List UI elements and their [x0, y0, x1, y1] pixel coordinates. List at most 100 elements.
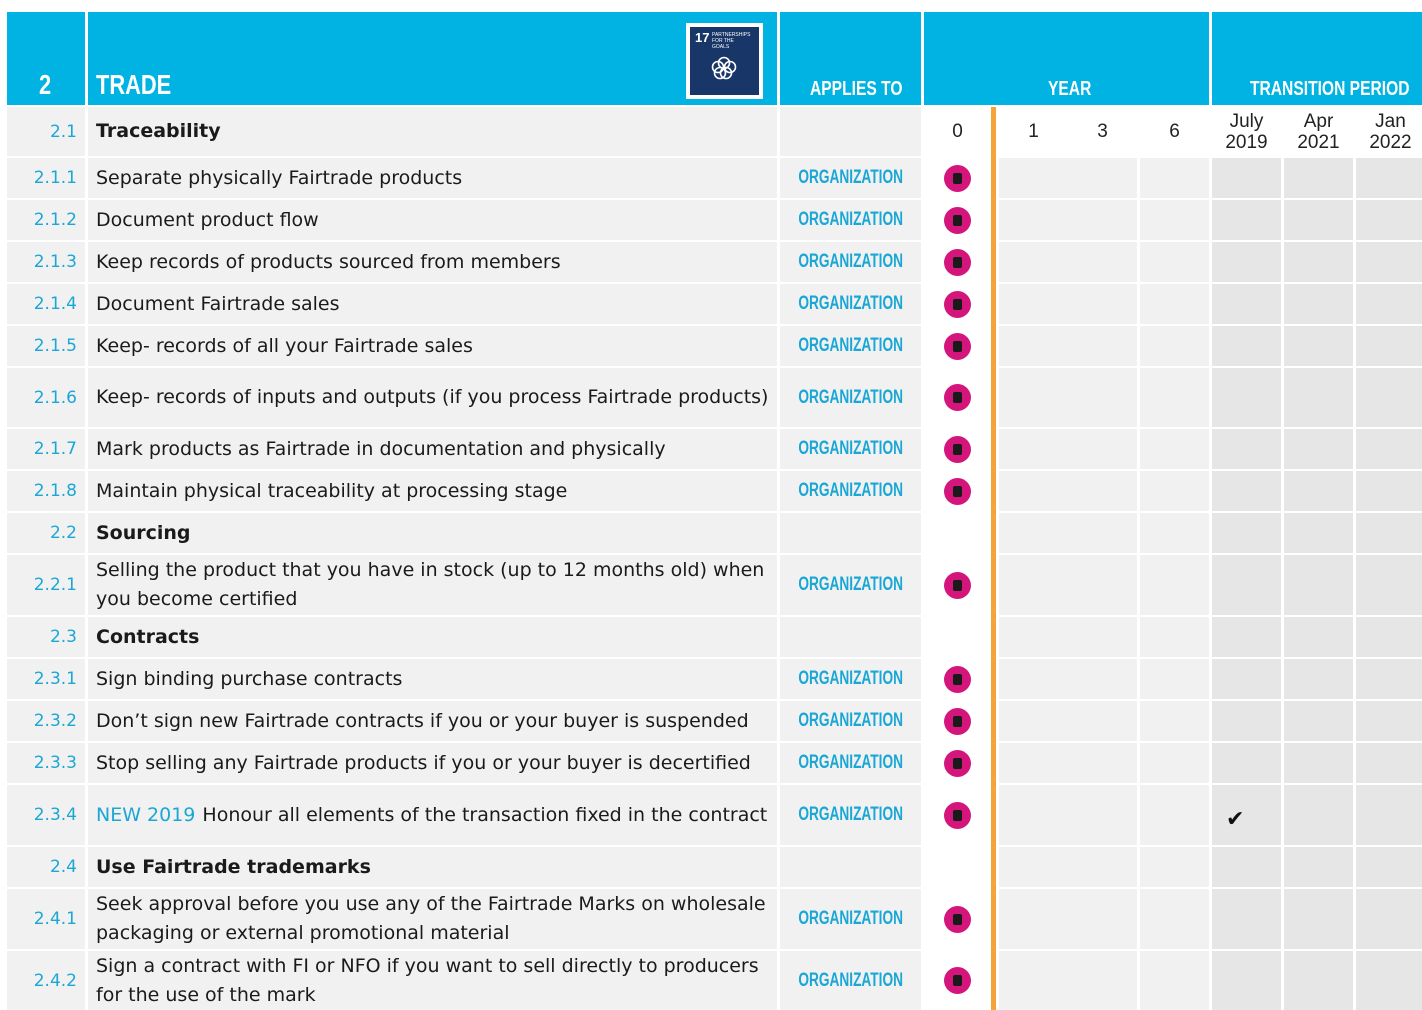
transition-cell — [1212, 368, 1281, 427]
year-cell — [999, 429, 1068, 469]
year-cell — [1068, 368, 1137, 427]
transition-cell — [1284, 471, 1353, 511]
requirement-number: 2.1.6 — [7, 368, 85, 427]
year-cell — [999, 785, 1068, 845]
table-row: 2.3.2 Don’t sign new Fairtrade contracts … — [0, 701, 1422, 741]
applies-to-cell: ORGANIZATION — [780, 200, 921, 240]
transition-cell — [1212, 889, 1281, 949]
transition-cell — [1212, 429, 1281, 469]
applies-to-header: APPLIES TO — [810, 78, 903, 100]
requirement-text: Maintain physical traceability at proces… — [88, 471, 777, 511]
requirement-text-value: Use Fairtrade trademarks — [96, 855, 371, 878]
year-cell — [1068, 200, 1137, 240]
transition-cell — [1356, 785, 1422, 845]
year-cell — [999, 889, 1068, 949]
transition-cell — [1284, 158, 1353, 198]
year-cell — [1068, 555, 1137, 615]
transition-cell — [1284, 743, 1353, 783]
year-cell — [999, 743, 1068, 783]
requirement-text-value: Keep- records of all your Fairtrade sale… — [96, 334, 473, 357]
table-row: 2.3.4 NEW 2019 Honour all elements of the … — [0, 785, 1422, 845]
core-requirement-icon — [944, 801, 971, 829]
year-cell — [1140, 847, 1209, 887]
requirement-text: Keep records of products sourced from me… — [88, 242, 777, 282]
table-row: 2.3.1 Sign binding purchase contracts ORGA… — [0, 659, 1422, 699]
table-row: 2.1.4 Document Fairtrade sales ORGANIZATIO… — [0, 284, 1422, 324]
applies-to-label: ORGANIZATION — [798, 752, 903, 773]
core-requirement-icon — [944, 665, 971, 693]
year-0-cell — [924, 284, 991, 324]
requirement-text-value: Sign binding purchase contracts — [96, 667, 403, 690]
header-transition-cell: TRANSITION PERIOD — [1212, 12, 1422, 105]
year-0-cell — [924, 617, 991, 657]
year-cell — [1140, 513, 1209, 553]
transition-cell — [1356, 743, 1422, 783]
year-cell — [1068, 242, 1137, 282]
applies-to-cell: ORGANIZATION — [780, 158, 921, 198]
transition-cell — [1284, 951, 1353, 1010]
applies-to-label: ORGANIZATION — [798, 668, 903, 689]
requirement-number: 2.1.8 — [7, 471, 85, 511]
year-cell — [999, 368, 1068, 427]
requirement-number: 2.4 — [7, 847, 85, 887]
transition-cell — [1212, 326, 1281, 366]
year-cell — [1140, 242, 1209, 282]
requirement-number: 2.1.4 — [7, 284, 85, 324]
core-requirement-icon — [944, 571, 971, 599]
section-title-text: Traceability — [88, 107, 777, 156]
transition-year: 2019 — [1225, 131, 1268, 153]
table-row: 2.4.1 Seek approval before you use any of… — [0, 889, 1422, 949]
applies-to-cell — [780, 513, 921, 553]
transition-cell — [1212, 242, 1281, 282]
section-title: TRADE — [96, 69, 172, 100]
transition-cell — [1284, 785, 1353, 845]
year-cell — [999, 951, 1068, 1010]
transition-cell — [1284, 847, 1353, 887]
header-section-title-cell: TRADE — [88, 12, 777, 105]
applies-to-cell: ORGANIZATION — [780, 284, 921, 324]
requirement-number: 2.1 — [7, 107, 85, 156]
applies-to-cell: ORGANIZATION — [780, 326, 921, 366]
requirement-text-value: Honour all elements of the transaction f… — [202, 803, 768, 826]
table-row: 2.1.7 Mark products as Fairtrade in docum… — [0, 429, 1422, 469]
section-row: 2.2 Sourcing — [0, 513, 1422, 553]
year-cell — [1068, 326, 1137, 366]
applies-to-label: ORGANIZATION — [798, 251, 903, 272]
year-cell — [1068, 743, 1137, 783]
year-cell — [999, 617, 1068, 657]
transition-cell — [1212, 785, 1281, 845]
transition-cell — [1356, 200, 1422, 240]
year-cell — [1140, 429, 1209, 469]
year-cell — [999, 284, 1068, 324]
transition-month: July — [1229, 110, 1264, 132]
year-0-cell — [924, 847, 991, 887]
requirement-text: Sign a contract with FI or NFO if you wa… — [88, 951, 777, 1010]
applies-to-cell — [780, 617, 921, 657]
requirement-text: Don’t sign new Fairtrade contracts if yo… — [88, 701, 777, 741]
transition-cell — [1284, 659, 1353, 699]
applies-to-label: ORGANIZATION — [798, 908, 903, 929]
core-requirement-icon — [944, 332, 971, 360]
core-requirement-icon — [944, 477, 971, 505]
applies-to-label: ORGANIZATION — [798, 386, 903, 408]
requirement-number: 2.2.1 — [7, 555, 85, 615]
applies-to-label: ORGANIZATION — [798, 969, 903, 991]
applies-to-label: ORGANIZATION — [798, 293, 903, 314]
transition-cell — [1356, 847, 1422, 887]
transition-cell — [1284, 617, 1353, 657]
transition-cell — [1356, 951, 1422, 1010]
transition-cell — [1212, 200, 1281, 240]
applies-to-cell: ORGANIZATION — [780, 951, 921, 1010]
applies-to-cell: ORGANIZATION — [780, 368, 921, 427]
year-cell — [1140, 284, 1209, 324]
year-0-cell — [924, 659, 991, 699]
requirement-number: 2.1.3 — [7, 242, 85, 282]
transition-cell — [1212, 701, 1281, 741]
transition-cell — [1356, 555, 1422, 615]
transition-cell — [1284, 889, 1353, 949]
year-cell — [999, 200, 1068, 240]
year-cell — [1068, 785, 1137, 845]
year-cell — [1140, 200, 1209, 240]
core-requirement-icon — [944, 749, 971, 777]
core-requirement-icon — [944, 384, 971, 411]
